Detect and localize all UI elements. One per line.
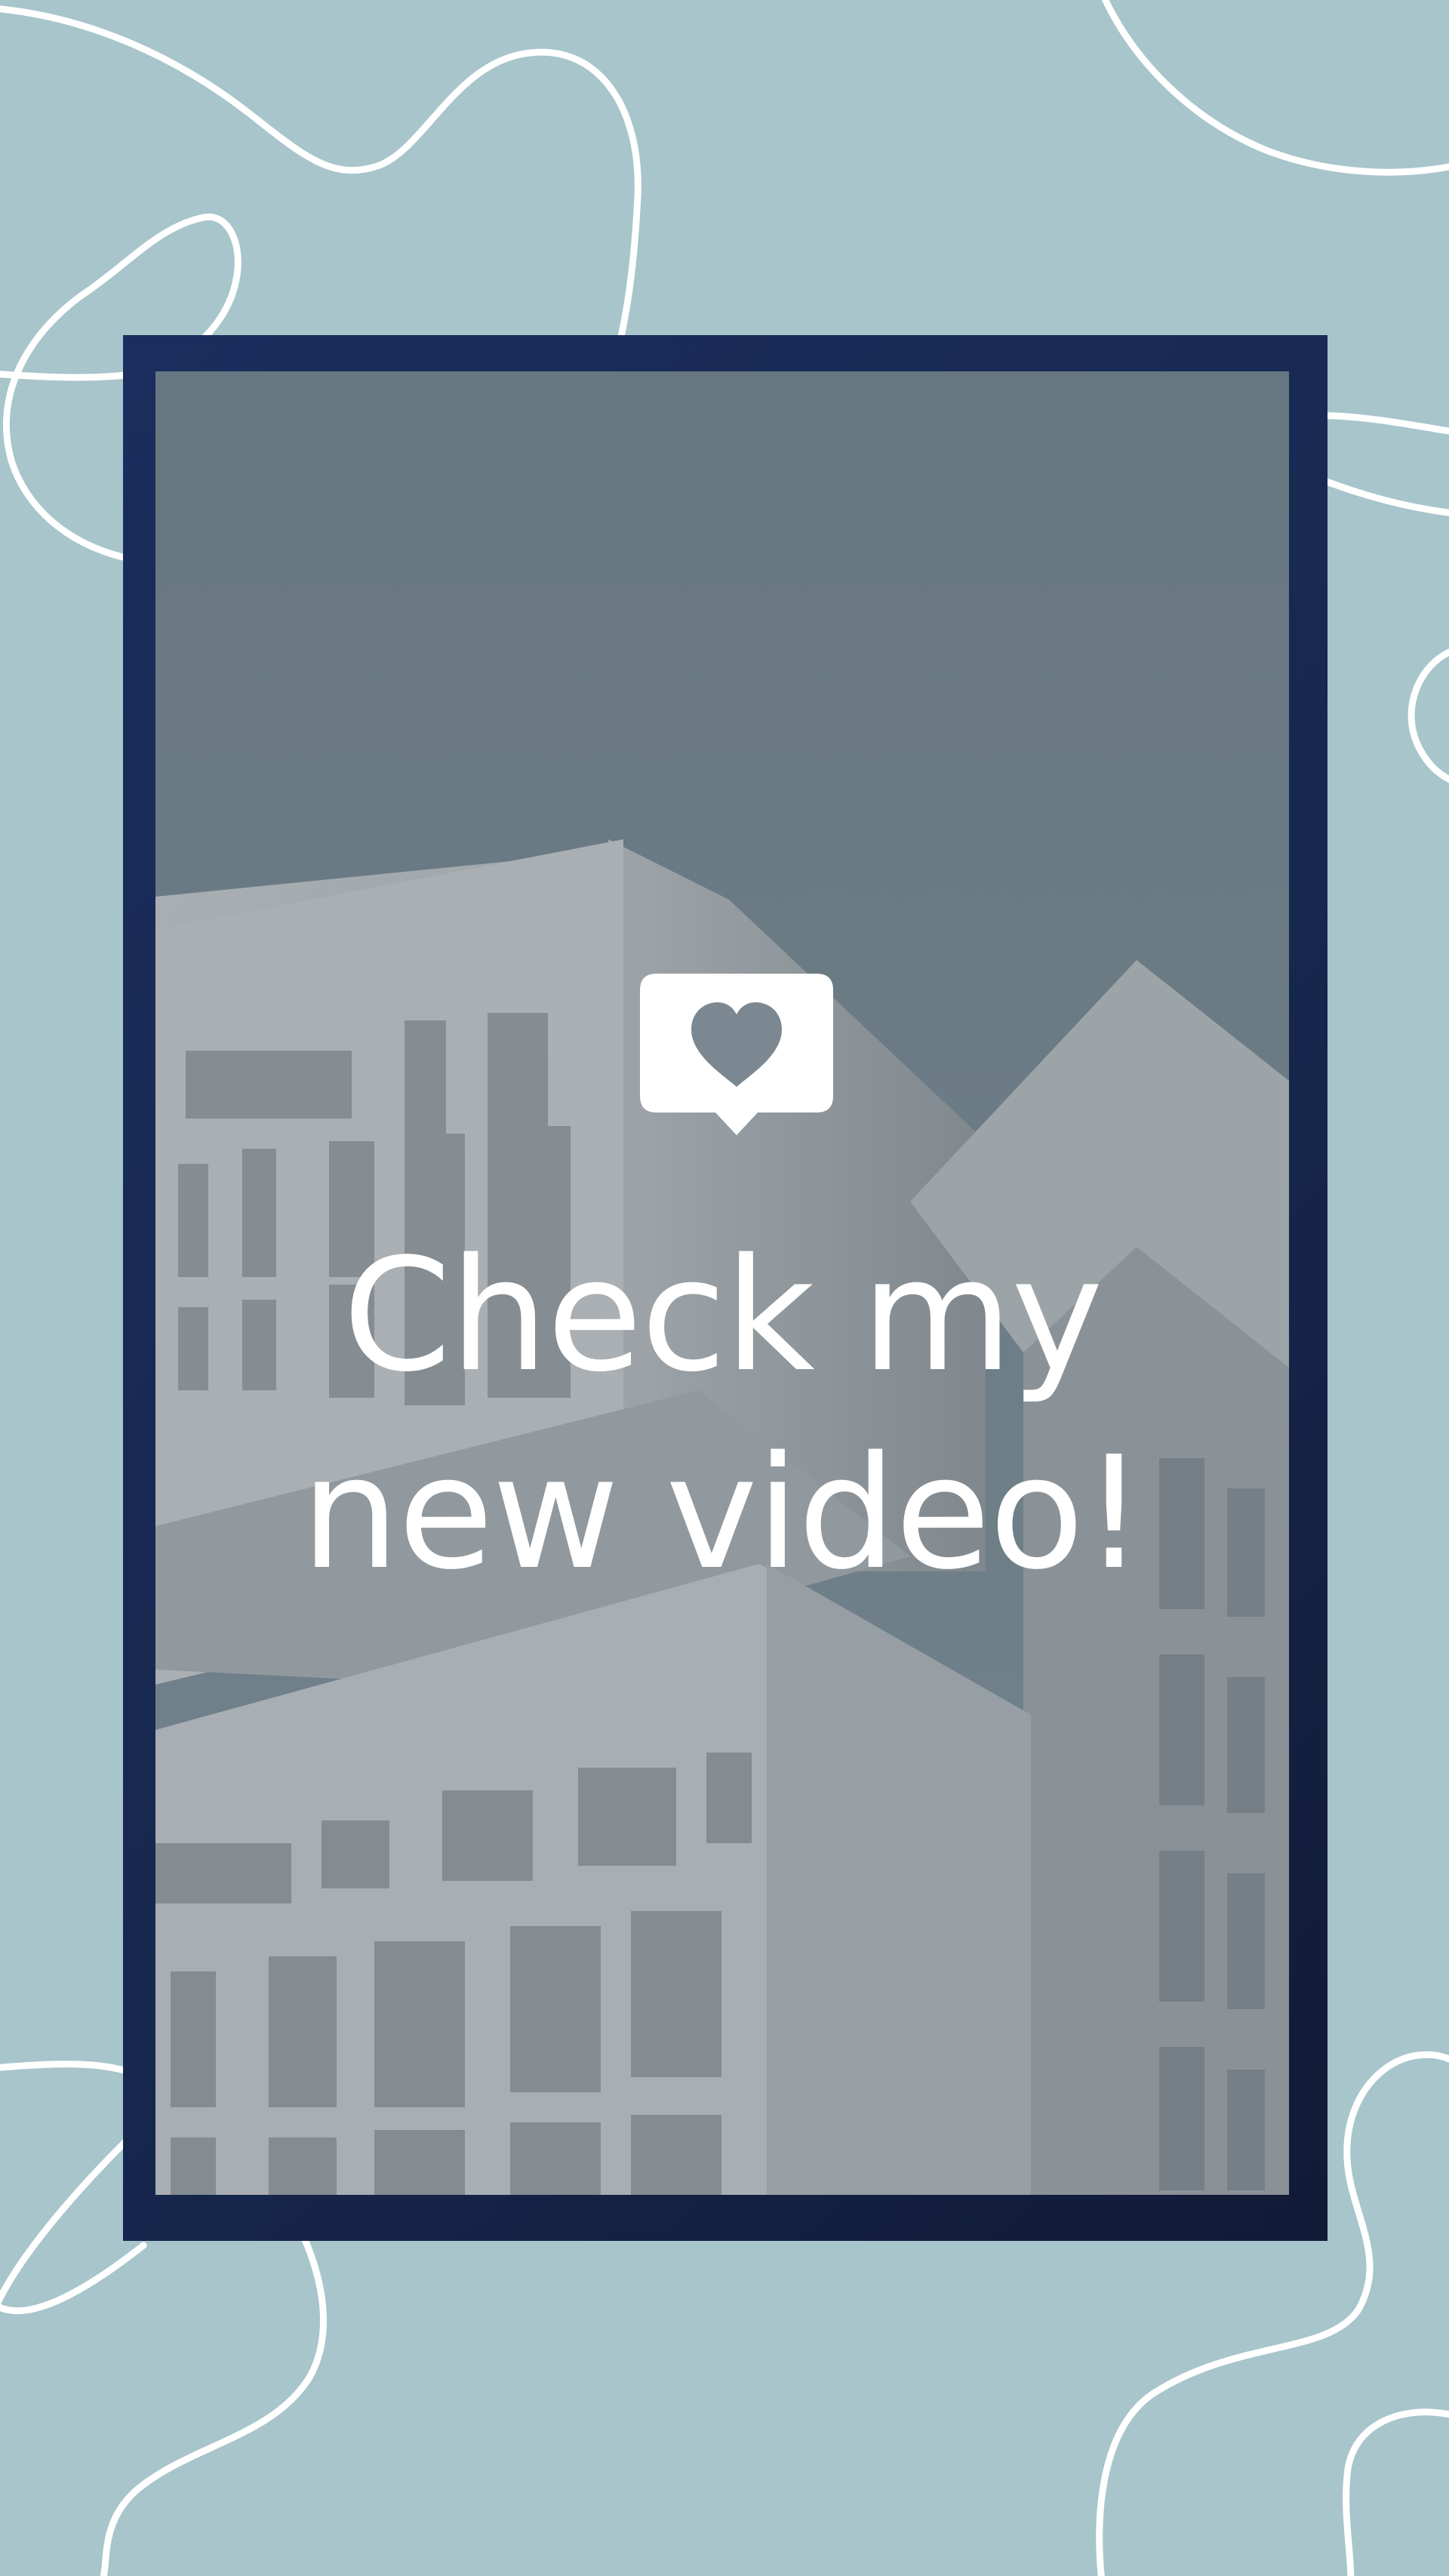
post-content: Check my new video! <box>155 371 1289 2195</box>
headline-line-1: Check my <box>343 1225 1103 1406</box>
heart-speech-bubble-icon <box>640 974 833 1135</box>
headline-line-2: new video! <box>300 1423 1146 1604</box>
headline: Check my new video! <box>155 1217 1289 1612</box>
